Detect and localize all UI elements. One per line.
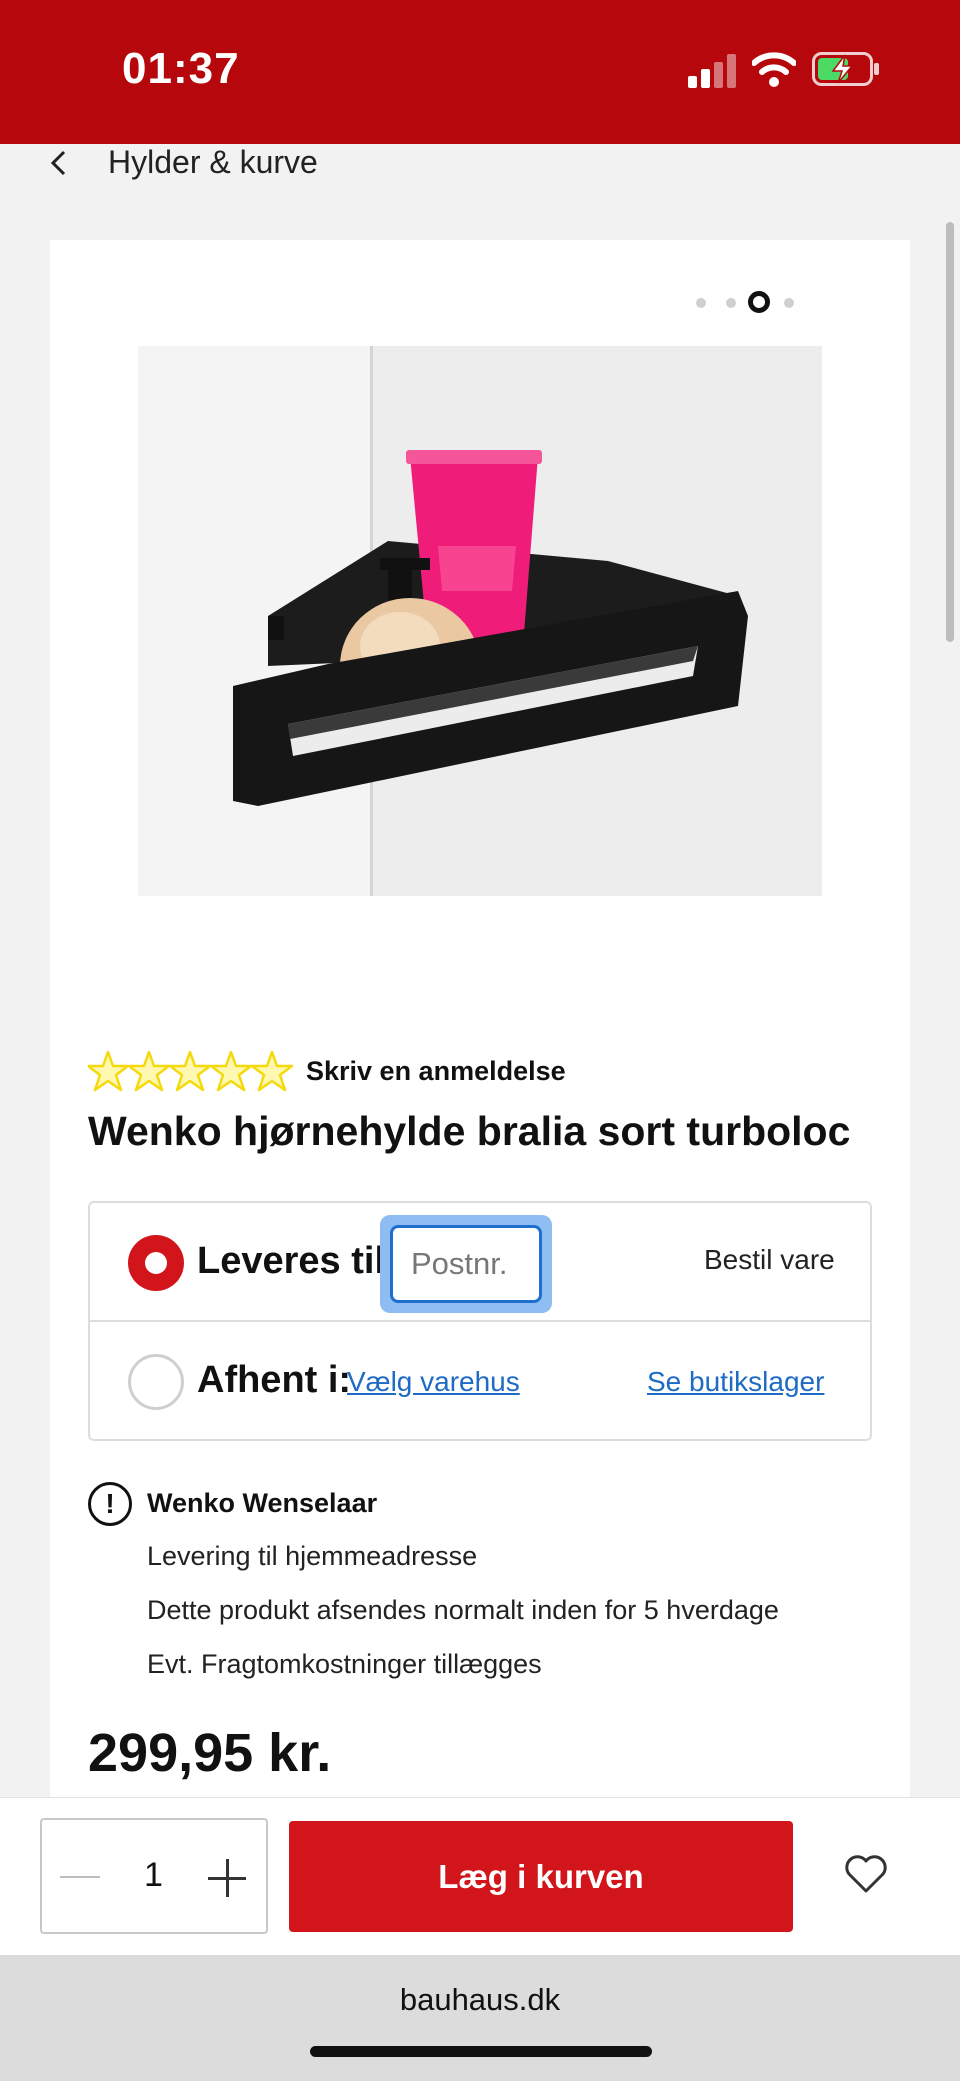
home-indicator[interactable] [310,2046,652,2057]
pickup-radio[interactable] [128,1354,184,1410]
info-line: Levering til hjemmeadresse [147,1541,478,1571]
pickup-label[interactable]: Afhent i: [197,1359,351,1402]
breadcrumb-label[interactable]: Hylder & kurve [108,144,318,181]
info-line: Evt. Fragtomkostninger tillægges [147,1649,542,1679]
product-price: 299,95 kr. [88,1723,332,1783]
deliver-radio-selected[interactable] [128,1235,184,1291]
supplier-name: Wenko Wenselaar [147,1488,378,1518]
postnr-input[interactable] [390,1225,542,1303]
url-text[interactable]: bauhaus.dk [0,1982,960,2018]
product-image[interactable] [138,346,822,896]
status-time: 01:37 [122,44,240,93]
gallery-dot-4[interactable] [784,298,794,308]
order-item-label: Bestil vare [704,1244,835,1275]
plus-icon[interactable] [226,1859,229,1897]
heart-icon[interactable] [844,1854,888,1894]
browser-address-bar [0,1955,960,2081]
back-chevron-icon[interactable] [48,150,70,176]
gallery-dot-1[interactable] [696,298,706,308]
store-stock-link[interactable]: Se butikslager [647,1366,824,1398]
info-exclamation-icon: ! [88,1482,132,1526]
page-scrollbar[interactable] [946,222,954,642]
decrease-quantity-button[interactable] [60,1876,100,1878]
battery-charging-icon [812,52,879,86]
rating-stars[interactable] [88,1050,294,1094]
cellular-signal-icon [688,54,736,88]
gallery-dot-3[interactable] [748,291,770,313]
status-bar: 01:37 [0,0,960,144]
wifi-icon [752,52,796,87]
choose-store-link[interactable]: Vælg varehus [347,1366,520,1398]
gallery-dot-2[interactable] [726,298,736,308]
info-line: Dette produkt afsendes normalt inden for… [147,1595,779,1625]
product-title: Wenko hjørnehylde bralia sort turboloc [88,1108,851,1154]
deliver-label[interactable]: Leveres til: [197,1240,398,1283]
write-review-link[interactable]: Skriv en anmeldelse [306,1056,566,1087]
add-to-cart-button[interactable]: Læg i kurven [289,1821,793,1932]
quantity-value[interactable]: 1 [144,1856,163,1895]
delivery-divider [88,1320,872,1322]
